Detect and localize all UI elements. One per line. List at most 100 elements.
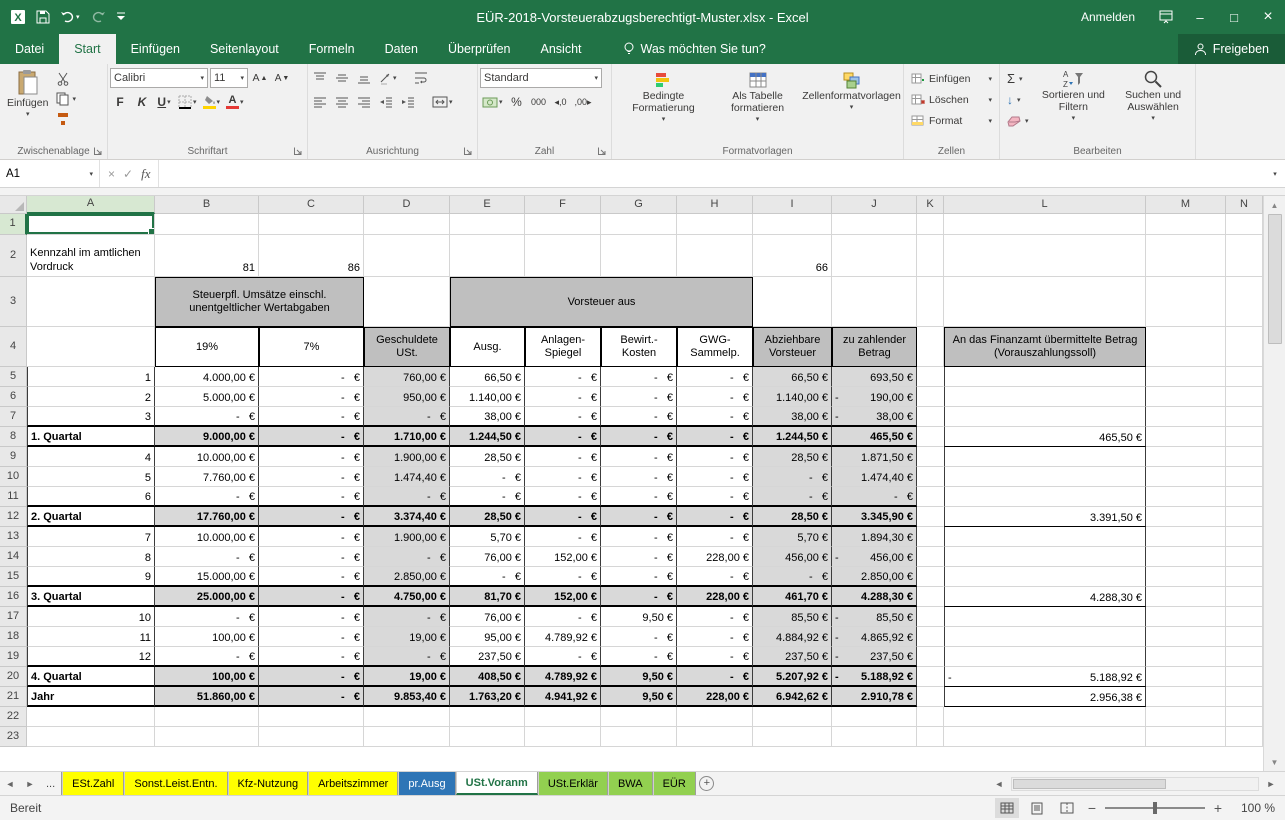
- column-header-I[interactable]: I: [753, 196, 832, 214]
- enter-icon[interactable]: ✓: [123, 167, 133, 181]
- cell-A12[interactable]: 2. Quartal: [27, 507, 155, 527]
- cell-L4[interactable]: An das Finanzamt übermittelte Betrag (Vo…: [944, 327, 1146, 367]
- sheet-tab-eür[interactable]: EÜR: [653, 772, 696, 795]
- cell-M14[interactable]: [1146, 547, 1226, 567]
- cell-I15[interactable]: - €: [753, 567, 832, 587]
- row-header-4[interactable]: 4: [0, 327, 27, 367]
- minimize-button[interactable]: –: [1183, 0, 1217, 34]
- font-dialog-launcher-icon[interactable]: [293, 146, 303, 156]
- cell-E23[interactable]: [450, 727, 525, 747]
- cell-I3[interactable]: [753, 277, 832, 327]
- cell-K10[interactable]: [917, 467, 944, 487]
- cell-L22[interactable]: [944, 707, 1146, 727]
- cell-C5[interactable]: - €: [259, 367, 364, 387]
- cell-G21[interactable]: 9,50 €: [601, 687, 677, 707]
- cell-D19[interactable]: - €: [364, 647, 450, 667]
- cell-C23[interactable]: [259, 727, 364, 747]
- cell-H8[interactable]: - €: [677, 427, 753, 447]
- sheet-tab-overflow[interactable]: ...: [40, 772, 62, 795]
- hscroll-right-arrow[interactable]: ►: [1261, 779, 1281, 789]
- cell-M6[interactable]: [1146, 387, 1226, 407]
- cell-N15[interactable]: [1226, 567, 1263, 587]
- cell-N11[interactable]: [1226, 487, 1263, 507]
- cell-E5[interactable]: 66,50 €: [450, 367, 525, 387]
- column-header-E[interactable]: E: [450, 196, 525, 214]
- cell-B2[interactable]: 81: [155, 235, 259, 277]
- cell-F22[interactable]: [525, 707, 601, 727]
- cell-B23[interactable]: [155, 727, 259, 747]
- cell-N1[interactable]: [1226, 214, 1263, 235]
- decrease-indent-button[interactable]: [376, 92, 396, 112]
- page-break-view-button[interactable]: [1055, 798, 1079, 818]
- cell-D17[interactable]: - €: [364, 607, 450, 627]
- cell-D22[interactable]: [364, 707, 450, 727]
- column-header-N[interactable]: N: [1226, 196, 1263, 214]
- cell-F16[interactable]: 152,00 €: [525, 587, 601, 607]
- format-as-table-button[interactable]: Als Tabelle formatieren▾: [711, 66, 805, 143]
- cell-A22[interactable]: [27, 707, 155, 727]
- increase-decimal-button[interactable]: ◂,0: [551, 92, 571, 112]
- cell-J7[interactable]: -38,00 €: [832, 407, 917, 427]
- cell-I18[interactable]: 4.884,92 €: [753, 627, 832, 647]
- cell-H15[interactable]: - €: [677, 567, 753, 587]
- cell-B21[interactable]: 51.860,00 €: [155, 687, 259, 707]
- cell-K2[interactable]: [917, 235, 944, 277]
- bold-button[interactable]: F: [110, 92, 130, 112]
- cell-B22[interactable]: [155, 707, 259, 727]
- cell-M18[interactable]: [1146, 627, 1226, 647]
- underline-button[interactable]: U▾: [154, 92, 174, 112]
- cell-B19[interactable]: - €: [155, 647, 259, 667]
- cell-H19[interactable]: - €: [677, 647, 753, 667]
- cell-N23[interactable]: [1226, 727, 1263, 747]
- alignment-dialog-launcher-icon[interactable]: [463, 146, 473, 156]
- cell-K12[interactable]: [917, 507, 944, 527]
- cell-M9[interactable]: [1146, 447, 1226, 467]
- cell-C22[interactable]: [259, 707, 364, 727]
- cell-N8[interactable]: [1226, 427, 1263, 447]
- cell-M4[interactable]: [1146, 327, 1226, 367]
- cell-K22[interactable]: [917, 707, 944, 727]
- cell-A11[interactable]: 6: [27, 487, 155, 507]
- cell-F10[interactable]: - €: [525, 467, 601, 487]
- cell-G11[interactable]: - €: [601, 487, 677, 507]
- cell-K3[interactable]: [917, 277, 944, 327]
- cell-B14[interactable]: - €: [155, 547, 259, 567]
- cell-J2[interactable]: [832, 235, 917, 277]
- cell-H23[interactable]: [677, 727, 753, 747]
- column-header-A[interactable]: A: [27, 196, 155, 214]
- sheet-tab-arbeitszimmer[interactable]: Arbeitszimmer: [308, 772, 398, 795]
- cell-M20[interactable]: [1146, 667, 1226, 687]
- normal-view-button[interactable]: [995, 798, 1019, 818]
- cell-J8[interactable]: 465,50 €: [832, 427, 917, 447]
- cell-H20[interactable]: - €: [677, 667, 753, 687]
- cell-B3[interactable]: Steuerpfl. Umsätze einschl. unentgeltlic…: [155, 277, 364, 327]
- cell-I14[interactable]: 456,00 €: [753, 547, 832, 567]
- cell-A7[interactable]: 3: [27, 407, 155, 427]
- cell-D5[interactable]: 760,00 €: [364, 367, 450, 387]
- cell-I7[interactable]: 38,00 €: [753, 407, 832, 427]
- cell-C18[interactable]: - €: [259, 627, 364, 647]
- cell-D1[interactable]: [364, 214, 450, 235]
- increase-indent-button[interactable]: [398, 92, 418, 112]
- cell-J1[interactable]: [832, 214, 917, 235]
- accounting-format-button[interactable]: ▾: [480, 92, 505, 112]
- cell-L1[interactable]: [944, 214, 1146, 235]
- column-header-B[interactable]: B: [155, 196, 259, 214]
- zoom-slider[interactable]: [1105, 807, 1205, 809]
- horizontal-scrollbar-track[interactable]: [1011, 777, 1259, 791]
- cell-K23[interactable]: [917, 727, 944, 747]
- cell-H12[interactable]: - €: [677, 507, 753, 527]
- column-header-F[interactable]: F: [525, 196, 601, 214]
- cut-button[interactable]: [53, 70, 79, 88]
- cell-D15[interactable]: 2.850,00 €: [364, 567, 450, 587]
- cell-K18[interactable]: [917, 627, 944, 647]
- cell-H11[interactable]: - €: [677, 487, 753, 507]
- font-size-combo[interactable]: 11▾: [210, 68, 248, 88]
- conditional-formatting-button[interactable]: Bedingte Formatierung▾: [617, 66, 711, 143]
- expand-formula-bar-button[interactable]: ▾: [1265, 160, 1285, 187]
- cell-C9[interactable]: - €: [259, 447, 364, 467]
- wrap-text-button[interactable]: [411, 68, 431, 88]
- cell-C13[interactable]: - €: [259, 527, 364, 547]
- cell-E20[interactable]: 408,50 €: [450, 667, 525, 687]
- cell-N3[interactable]: [1226, 277, 1263, 327]
